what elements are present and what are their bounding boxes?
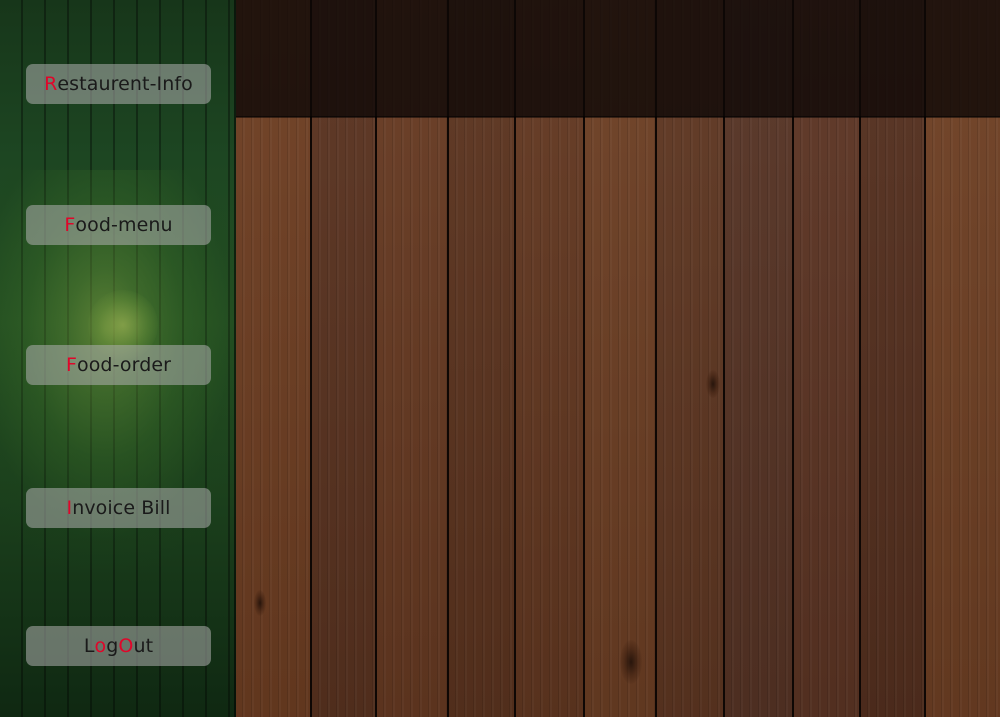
logout-label-part: L <box>83 635 95 657</box>
restaurent-info-button[interactable]: Restaurent-Info <box>26 64 211 104</box>
food-menu-button[interactable]: Food-menu <box>26 205 211 245</box>
logout-button[interactable]: Lo g Out <box>26 626 211 666</box>
button-accent-letter: F <box>65 354 77 376</box>
logout-label-part: g <box>106 635 119 657</box>
button-label: nvoice Bill <box>72 497 171 519</box>
invoice-bill-button[interactable]: Invoice Bill <box>26 488 211 528</box>
logout-accent-letter: O <box>118 635 134 657</box>
main-content-area <box>236 0 1000 717</box>
button-accent-letter: F <box>64 214 76 236</box>
header-band <box>236 0 1000 117</box>
sidebar: Restaurent-Info Food-menu Food-order Inv… <box>0 0 236 717</box>
logout-accent-letter: o <box>94 635 107 657</box>
logout-label-part: ut <box>133 635 154 657</box>
food-order-button[interactable]: Food-order <box>26 345 211 385</box>
button-label: ood-order <box>76 354 172 376</box>
button-accent-letter: R <box>44 73 58 95</box>
button-label: estaurent-Info <box>57 73 193 95</box>
button-label: ood-menu <box>75 214 173 236</box>
